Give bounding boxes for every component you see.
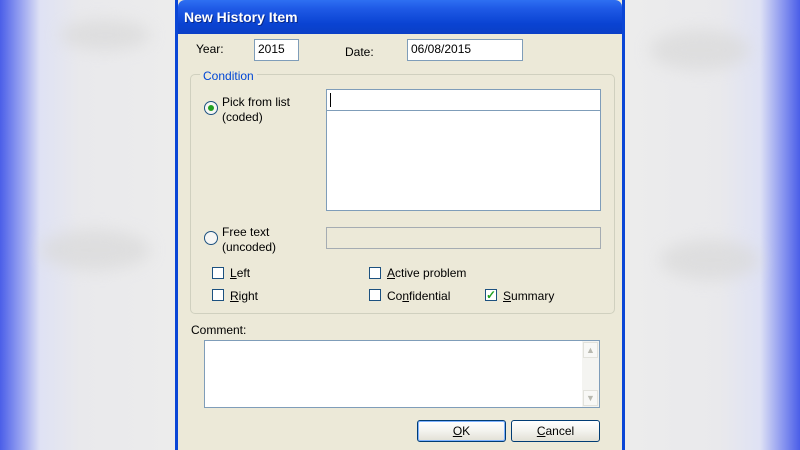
confidential-checkbox[interactable] [369, 289, 381, 301]
coded-list-box[interactable] [326, 89, 601, 211]
date-label: Date: [345, 45, 374, 59]
active-problem-checkbox[interactable] [369, 267, 381, 279]
summary-label: Summary [503, 289, 555, 303]
dialog-content: Year: 2015 Date: 06/08/2015 Condition Pi… [178, 34, 622, 450]
background-blur [650, 30, 750, 70]
free-text-label-line1: Free text [222, 225, 270, 239]
year-input[interactable]: 2015 [254, 39, 299, 61]
pick-from-list-radio[interactable] [204, 101, 218, 115]
comment-textarea[interactable]: ▲ ▼ [204, 340, 600, 408]
background-blur [40, 230, 150, 270]
year-label: Year: [196, 42, 224, 56]
free-text-label-line2: (uncoded) [222, 240, 277, 254]
left-label: Left [230, 266, 251, 280]
window-title: New History Item [184, 9, 298, 25]
coded-search-input[interactable] [327, 90, 600, 111]
comment-scrollbar[interactable]: ▲ ▼ [582, 341, 599, 407]
cancel-button[interactable]: Cancel [511, 420, 600, 442]
background-blur [60, 20, 150, 50]
new-history-dialog: New History Item Year: 2015 Date: 06/08/… [175, 0, 625, 450]
condition-legend: Condition [200, 69, 257, 83]
summary-checkbox[interactable]: ✓ [485, 289, 497, 301]
free-text-input[interactable] [326, 227, 601, 249]
up-arrow-icon[interactable]: ▲ [583, 342, 598, 358]
background-blur [660, 240, 760, 280]
confidential-label: Confidential [387, 289, 451, 303]
ok-button[interactable]: OK [417, 420, 506, 442]
date-input[interactable]: 06/08/2015 [407, 39, 523, 61]
right-checkbox[interactable] [212, 289, 224, 301]
title-bar[interactable]: New History Item [178, 0, 622, 34]
free-text-radio[interactable] [204, 231, 218, 245]
pick-from-list-label-line2: (coded) [222, 110, 263, 124]
comment-label: Comment: [191, 323, 247, 337]
pick-from-list-label-line1: Pick from list [222, 95, 291, 109]
text-caret [330, 93, 331, 107]
check-icon: ✓ [486, 288, 497, 302]
background-left [0, 0, 175, 450]
right-label: Right [230, 289, 259, 303]
down-arrow-icon[interactable]: ▼ [583, 390, 598, 406]
active-problem-label: Active problem [387, 266, 467, 280]
left-checkbox[interactable] [212, 267, 224, 279]
